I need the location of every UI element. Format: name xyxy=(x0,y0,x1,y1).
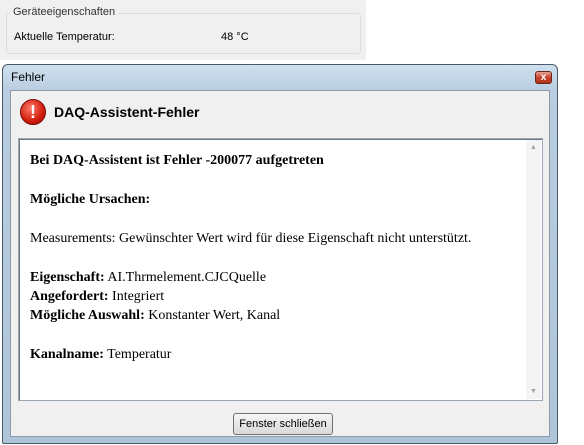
property-value: AI.Thrmelement.CJCQuelle xyxy=(107,270,267,285)
causes-heading: Mögliche Ursachen: xyxy=(30,192,151,207)
window-title: Fehler xyxy=(11,70,46,84)
options-value: Konstanter Wert, Kanal xyxy=(148,308,281,323)
channel-label: Kanalname: xyxy=(30,347,104,362)
error-headline: Bei DAQ-Assistent ist Fehler -200077 auf… xyxy=(30,153,324,168)
error-message-text: Bei DAQ-Assistent ist Fehler -200077 auf… xyxy=(30,151,520,364)
error-dialog: Fehler x ! DAQ-Assistent-Fehler Bei DAQ-… xyxy=(2,64,558,444)
channel-value: Temperatur xyxy=(107,347,172,362)
error-message-box[interactable]: Bei DAQ-Assistent ist Fehler -200077 auf… xyxy=(18,138,543,401)
dialog-header-title: DAQ-Assistent-Fehler xyxy=(54,104,200,120)
error-icon: ! xyxy=(20,99,46,125)
temperature-value: 48 °C xyxy=(221,31,249,43)
close-window-button[interactable]: Fenster schließen xyxy=(233,413,333,435)
requested-label: Angefordert: xyxy=(30,289,109,304)
options-label: Mögliche Auswahl: xyxy=(30,308,145,323)
error-description: Measurements: Gewünschter Wert wird für … xyxy=(30,231,472,246)
device-properties-panel: Geräteeigenschaften Aktuelle Temperatur:… xyxy=(0,0,366,60)
close-icon[interactable]: x xyxy=(535,71,552,84)
scroll-down-icon[interactable]: ▼ xyxy=(526,384,541,399)
requested-value: Integriert xyxy=(112,289,165,304)
property-label: Eigenschaft: xyxy=(30,270,105,285)
dialog-client-area: ! DAQ-Assistent-Fehler Bei DAQ-Assistent… xyxy=(10,90,550,437)
temperature-label: Aktuelle Temperatur: xyxy=(14,31,115,43)
groupbox-title: Geräteeigenschaften xyxy=(10,6,119,18)
scroll-up-icon[interactable]: ▲ xyxy=(526,140,541,155)
vertical-scrollbar[interactable]: ▲ ▼ xyxy=(526,140,541,399)
